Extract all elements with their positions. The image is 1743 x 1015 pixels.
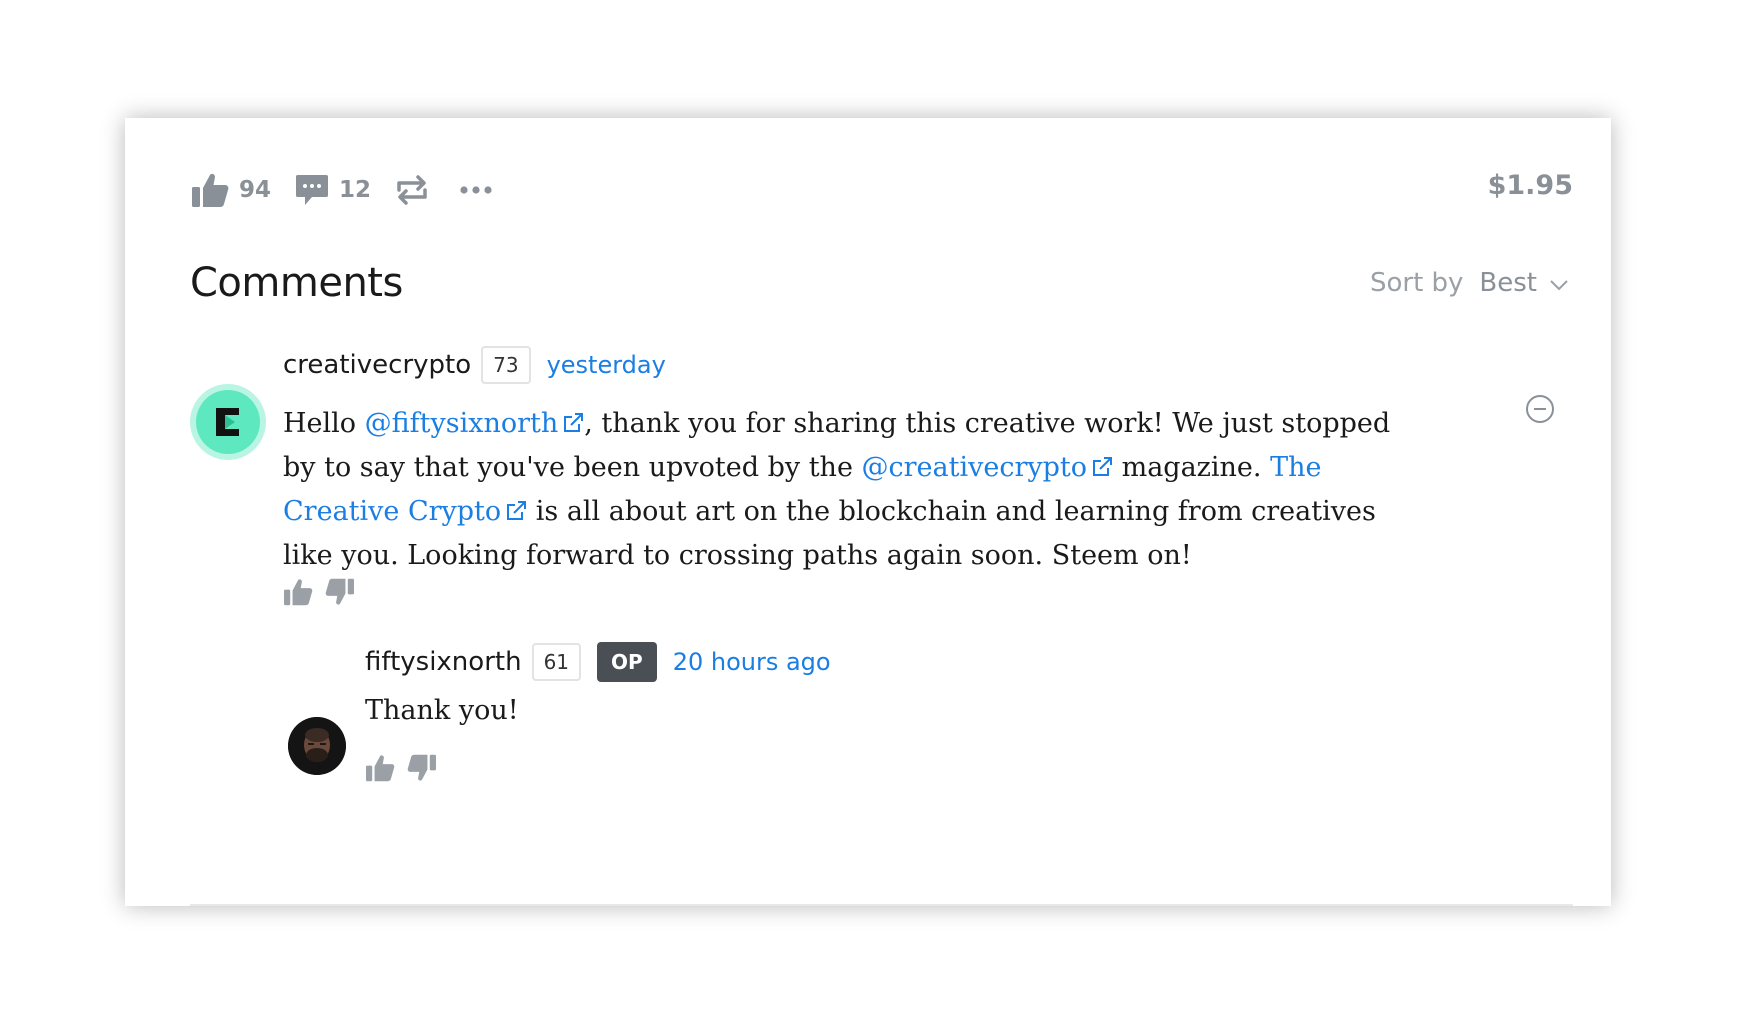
external-link-icon	[1091, 449, 1113, 491]
sort-label: Sort by	[1369, 268, 1464, 298]
mention-link[interactable]: @fiftysixnorth	[365, 408, 585, 439]
more-options-button[interactable]	[459, 185, 493, 195]
comment-icon	[295, 173, 329, 207]
thumbs-up-icon[interactable]	[283, 578, 313, 606]
comment-text: Hello	[283, 408, 365, 439]
upvote-count: 94	[239, 177, 272, 203]
comments-heading: Comments	[190, 260, 403, 306]
external-link-icon	[505, 493, 527, 535]
op-badge: OP	[597, 642, 657, 682]
reply-author[interactable]: fiftysixnorth	[365, 647, 522, 677]
reply-votes	[365, 754, 437, 782]
comment-text: magazine.	[1113, 452, 1271, 483]
reply-header: fiftysixnorth 61 OP 20 hours ago	[365, 642, 831, 682]
comment-header: creativecrypto 73 yesterday	[283, 346, 666, 384]
comment-button[interactable]: 12	[295, 173, 371, 207]
post-footer-card: 94 12 $1.95 Comments Sort by Best creati…	[125, 118, 1611, 906]
upvote-button[interactable]: 94	[191, 172, 271, 208]
mention-link[interactable]: @creativecrypto	[862, 452, 1114, 483]
reply-body: Thank you!	[365, 695, 519, 726]
thumbs-up-icon[interactable]	[365, 754, 395, 782]
sort-value[interactable]: Best	[1479, 268, 1537, 298]
thumbs-down-icon[interactable]	[407, 754, 437, 782]
mention-text: @fiftysixnorth	[364, 408, 559, 439]
reputation-badge: 73	[481, 346, 531, 384]
reply-timestamp[interactable]: 20 hours ago	[673, 648, 831, 676]
reputation-badge: 61	[531, 643, 582, 681]
chevron-down-icon[interactable]	[1549, 268, 1569, 298]
comment-votes	[283, 578, 355, 606]
sort-dropdown[interactable]: Sort by Best	[1370, 268, 1569, 298]
comment-count: 12	[339, 177, 372, 203]
divider	[190, 904, 1573, 906]
collapse-icon[interactable]	[1525, 394, 1555, 429]
resteem-button[interactable]	[395, 173, 429, 207]
payout-amount[interactable]: $1.95	[1488, 170, 1573, 201]
comment-body: Hello @fiftysixnorth, thank you for shar…	[283, 403, 1423, 577]
creativecrypto-logo	[196, 390, 260, 454]
thumbs-up-icon	[191, 172, 229, 208]
post-actions: 94 12	[191, 168, 493, 212]
thumbs-down-icon[interactable]	[325, 578, 355, 606]
avatar-fiftysixnorth[interactable]	[288, 717, 346, 775]
resteem-icon	[395, 173, 429, 207]
comment-timestamp[interactable]: yesterday	[547, 351, 666, 379]
external-link-icon	[562, 405, 584, 447]
more-icon	[459, 185, 493, 195]
avatar-creativecrypto[interactable]	[190, 384, 266, 460]
comment-author[interactable]: creativecrypto	[283, 350, 471, 380]
mention-text: @creativecrypto	[861, 452, 1088, 483]
